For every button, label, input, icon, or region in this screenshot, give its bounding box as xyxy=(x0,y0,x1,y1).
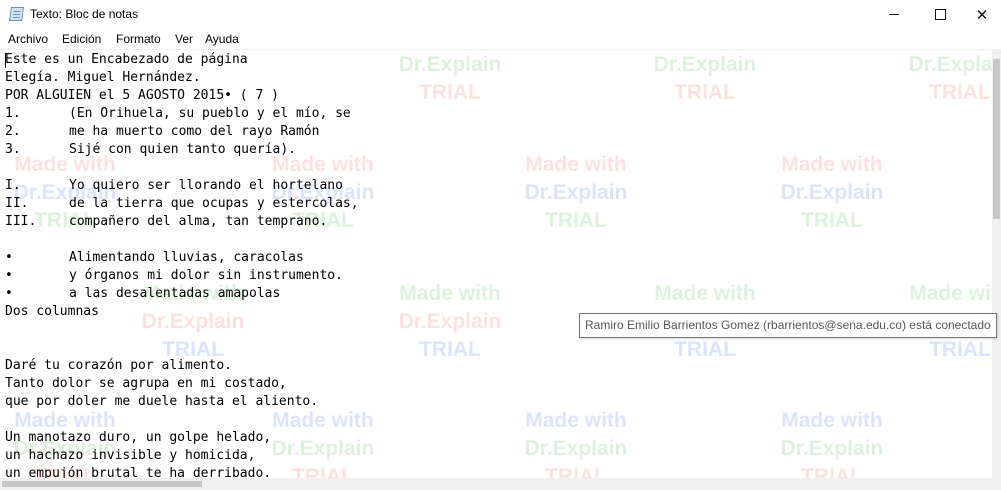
stanza-line: Daré tu corazón por alimento. xyxy=(5,358,232,373)
watermark: Made withDr.ExplainTRIAL xyxy=(908,53,992,104)
notepad-icon xyxy=(9,7,24,21)
list-text: Sijé con quien tanto quería). xyxy=(69,142,296,157)
list-text: Yo quiero ser llorando el hortelano xyxy=(69,178,343,193)
horizontal-scroll-thumb[interactable] xyxy=(2,481,202,487)
list-marker: II. xyxy=(5,196,29,211)
numbered-item: 2. me ha muerto como del rayo Ramón xyxy=(5,123,319,141)
list-marker: 2. xyxy=(5,124,21,139)
roman-item: III. compañero del alma, tan temprano. xyxy=(5,213,327,231)
menu-edicion[interactable]: Edición xyxy=(62,32,101,46)
bullet-item: • a las desalentadas amapolas xyxy=(5,285,280,303)
list-marker: I. xyxy=(5,178,21,193)
menu-archivo[interactable]: Archivo xyxy=(8,32,48,46)
menu-formato[interactable]: Formato xyxy=(116,32,161,46)
section-label: Dos columnas xyxy=(5,304,99,319)
watermark: Made withDr.ExplainTRIAL xyxy=(271,409,375,479)
list-text: y órganos mi dolor sin instrumento. xyxy=(69,268,343,283)
window-title: Texto: Bloc de notas xyxy=(30,7,139,21)
bullet-item: • y órganos mi dolor sin instrumento. xyxy=(5,267,343,285)
text-editor[interactable]: Made withDr.ExplainTRIAL Made withDr.Exp… xyxy=(0,49,992,479)
header-line: Este es un Encabezado de página xyxy=(5,52,248,67)
watermark: Made withDr.ExplainTRIAL xyxy=(780,153,884,232)
close-button[interactable]: ✕ xyxy=(963,0,1001,29)
numbered-item: 3. Sijé con quien tanto quería). xyxy=(5,141,296,159)
watermark: Made withDr.ExplainTRIAL xyxy=(524,153,628,232)
list-text: a las desalentadas amapolas xyxy=(69,286,281,301)
scrollbar-corner xyxy=(992,478,1001,490)
bullet-icon: • xyxy=(5,268,13,283)
menu-ver[interactable]: Ver xyxy=(175,32,193,46)
list-text: (En Orihuela, su pueblo y el mío, se xyxy=(69,106,351,121)
list-text: me ha muerto como del rayo Ramón xyxy=(69,124,320,139)
bullet-icon: • xyxy=(5,250,13,265)
vertical-scroll-thumb[interactable] xyxy=(993,59,1000,219)
stanza-line: un empujón brutal te ha derribado. xyxy=(5,466,272,479)
title-bar: Texto: Bloc de notas ✕ xyxy=(0,0,1001,29)
close-icon: ✕ xyxy=(975,5,989,24)
list-marker: III. xyxy=(5,214,37,229)
watermark: Made withDr.ExplainTRIAL xyxy=(524,409,628,479)
numbered-item: 1. (En Orihuela, su pueblo y el mío, se xyxy=(5,105,351,123)
stanza-line: Un manotazo duro, un golpe helado, xyxy=(5,430,272,445)
vertical-scrollbar[interactable] xyxy=(992,49,1001,478)
stanza-line: Tanto dolor se agrupa en mi costado, xyxy=(5,376,287,391)
maximize-icon xyxy=(934,9,946,20)
watermark: Made withDr.ExplainTRIAL xyxy=(398,53,502,104)
watermark: Made withDr.ExplainTRIAL xyxy=(398,282,502,361)
stanza-line: que por doler me duele hasta el aliento. xyxy=(5,394,319,409)
subtitle-line: POR ALGUIEN el 5 AGOSTO 2015• ( 7 ) xyxy=(5,88,279,103)
minimize-button[interactable] xyxy=(871,0,917,29)
watermark: Made withDr.ExplainTRIAL xyxy=(653,53,757,104)
list-text: compañero del alma, tan temprano. xyxy=(69,214,328,229)
title-line: Elegía. Miguel Hernández. xyxy=(5,70,201,85)
list-text: Alimentando lluvias, caracolas xyxy=(69,250,304,265)
menu-bar: Archivo Edición Formato Ver Ayuda xyxy=(0,29,1001,49)
roman-item: II. de la tierra que ocupas y estercolas, xyxy=(5,195,359,213)
watermark: Made withDr.ExplainTRIAL xyxy=(780,409,884,479)
presence-tooltip: Ramiro Emilio Barrientos Gomez (rbarrien… xyxy=(579,313,997,338)
minimize-icon xyxy=(889,14,899,15)
list-marker: 3. xyxy=(5,142,21,157)
bullet-item: • Alimentando lluvias, caracolas xyxy=(5,249,304,267)
text-caret xyxy=(5,53,6,68)
bullet-icon: • xyxy=(5,286,13,301)
list-marker: 1. xyxy=(5,106,21,121)
list-text: de la tierra que ocupas y estercolas, xyxy=(69,196,359,211)
maximize-button[interactable] xyxy=(917,0,963,29)
horizontal-scrollbar[interactable] xyxy=(0,478,992,490)
menu-ayuda[interactable]: Ayuda xyxy=(205,32,239,46)
roman-item: I. Yo quiero ser llorando el hortelano xyxy=(5,177,343,195)
stanza-line: un hachazo invisible y homicida, xyxy=(5,448,256,463)
